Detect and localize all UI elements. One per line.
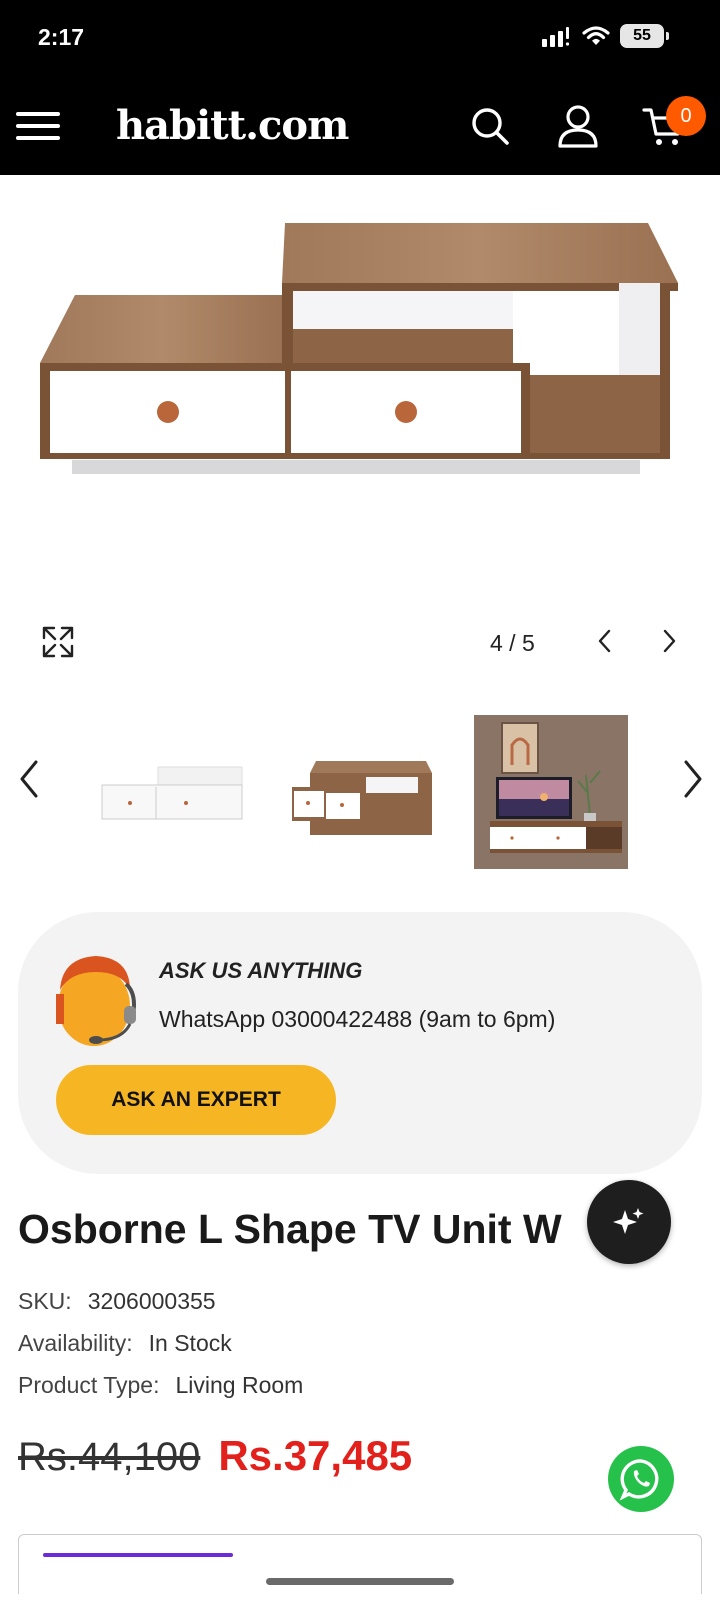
ask-title: ASK US ANYTHING [159,958,363,983]
status-icons: 55 [542,24,669,48]
whatsapp-button[interactable] [608,1446,674,1512]
availability-label: Availability: [18,1330,133,1356]
product-type-row: Product Type: Living Room [18,1372,303,1399]
bottom-section [18,1534,702,1594]
wifi-icon [582,26,610,45]
menu-button[interactable] [16,106,60,146]
product-type-label: Product Type: [18,1372,160,1398]
home-indicator[interactable] [266,1578,454,1585]
product-title: Osborne L Shape TV Unit W [18,1206,562,1252]
thumbnail-3[interactable] [474,715,628,869]
account-icon[interactable] [556,104,600,148]
bottom-accent-strip [43,1553,233,1557]
thumbnail-1[interactable] [96,715,250,869]
status-bar: 2:17 55 [0,0,720,78]
cart-count-badge: 0 [666,96,706,136]
thumbnail-prev-icon[interactable] [14,758,46,800]
thumbnail-strip [0,700,720,870]
sku-label: SKU: [18,1288,72,1314]
availability-value: In Stock [148,1330,232,1356]
search-icon[interactable] [468,104,512,148]
ai-assistant-button[interactable] [587,1180,671,1264]
site-header: habitt.com [0,78,720,175]
support-agent-icon [56,956,136,1046]
whatsapp-contact[interactable]: WhatsApp 03000422488 (9am to 6pm) [159,1006,555,1033]
chevron-right-icon[interactable] [656,628,682,654]
thumbnail-next-icon[interactable] [676,758,708,800]
battery-indicator: 55 [620,24,669,48]
whatsapp-icon [619,1459,659,1501]
sale-price: Rs.37,485 [218,1432,413,1479]
sku-value: 3206000355 [87,1288,216,1314]
battery-level: 55 [633,27,651,44]
ask-expert-card: ASK US ANYTHING WhatsApp 03000422488 (9a… [18,912,702,1174]
chevron-left-icon[interactable] [592,628,618,654]
product-type-value[interactable]: Living Room [176,1372,304,1398]
status-time: 2:17 [38,24,85,50]
expand-icon[interactable] [40,624,76,660]
ask-expert-button[interactable]: ASK AN EXPERT [56,1065,336,1135]
gallery-controls: 4 / 5 [0,600,720,680]
sku-row: SKU: 3206000355 [18,1288,216,1315]
price-row: Rs.44,100 Rs.37,485 [18,1432,412,1480]
thumbnail-2[interactable] [286,715,440,869]
image-counter: 4 / 5 [490,630,535,656]
site-logo[interactable]: habitt.com [116,102,349,149]
product-main-image[interactable] [0,175,720,595]
original-price: Rs.44,100 [18,1435,201,1479]
availability-row: Availability: In Stock [18,1330,232,1357]
signal-icon [542,27,570,47]
sparkle-icon [613,1208,644,1234]
